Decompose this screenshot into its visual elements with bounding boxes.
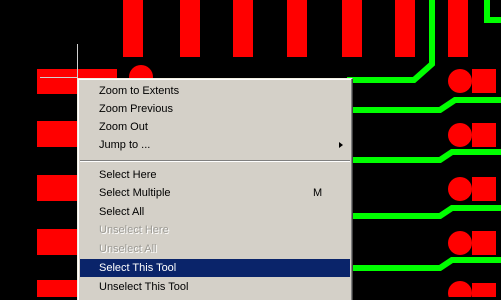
menu-item-unselect-this-tool[interactable]: Unselect This Tool xyxy=(80,278,350,296)
menu-item-label: Select Here xyxy=(99,169,157,181)
menu-item-label: Zoom to Extents xyxy=(99,85,180,97)
menu-item-label: Zoom Previous xyxy=(99,103,173,115)
pad xyxy=(448,0,468,57)
pad xyxy=(472,177,496,201)
menu-item-jump-to[interactable]: Jump to ... xyxy=(80,136,350,154)
pad xyxy=(37,175,77,201)
menu-item-label: Unselect All xyxy=(99,243,157,255)
pad xyxy=(287,0,307,57)
menu-item-unselect-all: Unselect All xyxy=(80,240,350,258)
menu-item-label: Jump to ... xyxy=(99,139,151,151)
menu-item-zoom-to-extents[interactable]: Zoom to Extents xyxy=(80,82,350,100)
pad xyxy=(472,231,496,255)
menu-item-label: Zoom Out xyxy=(99,121,148,133)
pad xyxy=(472,123,496,147)
pad xyxy=(342,0,362,57)
menu-item-label: Select This Tool xyxy=(99,262,177,274)
menu-item-unselect-here: Unselect Here xyxy=(80,221,350,239)
pad xyxy=(37,121,77,147)
pad xyxy=(472,283,496,297)
menu-item-select-multiple[interactable]: Select Multiple M xyxy=(80,184,350,202)
menu-item-zoom-previous[interactable]: Zoom Previous xyxy=(80,100,350,118)
crosshair-horizontal xyxy=(40,77,78,78)
menu-item-label: Unselect This Tool xyxy=(99,281,189,293)
pad xyxy=(123,0,143,57)
menu-item-label: Select All xyxy=(99,206,145,218)
via xyxy=(448,231,472,255)
context-menu: Zoom to Extents Zoom Previous Zoom Out J… xyxy=(77,78,353,300)
menu-item-select-all[interactable]: Select All xyxy=(80,203,350,221)
menu-item-label: Select Multiple xyxy=(99,187,171,199)
submenu-arrow-icon xyxy=(339,142,343,148)
menu-item-select-this-tool[interactable]: Select This Tool xyxy=(80,259,350,277)
via xyxy=(448,123,472,147)
crosshair-vertical xyxy=(77,44,78,80)
menu-item-shortcut: M xyxy=(313,187,323,199)
pad xyxy=(180,0,200,57)
pad xyxy=(395,0,415,57)
pad xyxy=(37,280,77,297)
pad xyxy=(472,69,496,93)
pad xyxy=(233,0,253,57)
via xyxy=(448,69,472,93)
pad xyxy=(37,229,77,255)
menu-item-select-here[interactable]: Select Here xyxy=(80,166,350,184)
menu-item-zoom-out[interactable]: Zoom Out xyxy=(80,118,350,136)
menu-item-label: Unselect Here xyxy=(99,224,169,236)
menu-separator xyxy=(80,160,350,162)
via xyxy=(448,177,472,201)
